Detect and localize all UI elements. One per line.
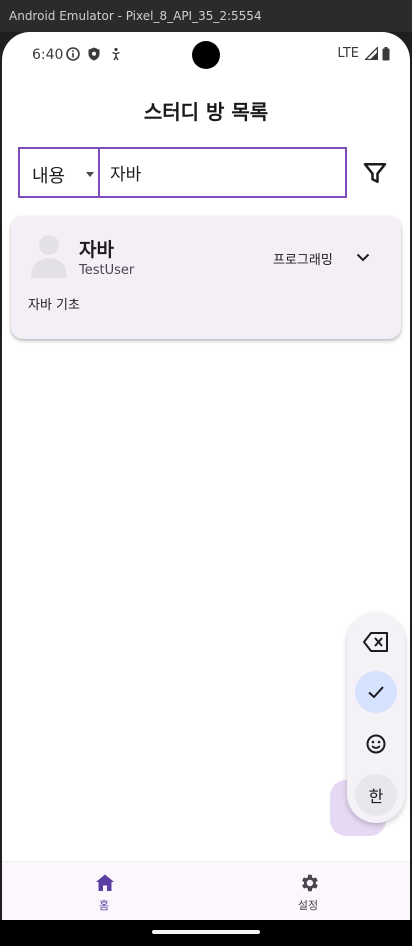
accessibility-icon	[112, 47, 120, 61]
room-title: 자바	[79, 239, 114, 261]
keyboard-confirm-button[interactable]	[355, 671, 397, 713]
app-screen: 6:40 LTE 스터디 방 목록 내용 자바 자바 TestUser 프로그래…	[2, 32, 410, 920]
bottom-navigation: 홈 설정	[2, 861, 410, 920]
emoji-icon	[366, 734, 386, 754]
gesture-handle[interactable]	[152, 930, 260, 934]
search-filter-value: 내용	[32, 166, 66, 187]
shield-icon	[88, 47, 100, 61]
keyboard-floating-toolbar: 한	[347, 613, 405, 823]
info-icon	[66, 47, 80, 61]
home-icon	[96, 874, 114, 891]
network-type: LTE	[337, 46, 359, 61]
room-description: 자바 기초	[28, 298, 80, 313]
emoji-button[interactable]	[355, 723, 397, 765]
nav-label-home: 홈	[98, 899, 110, 912]
check-icon	[368, 686, 384, 699]
battery-icon	[382, 46, 390, 60]
study-room-card[interactable]: 자바 TestUser 프로그래밍 자바 기초	[11, 216, 401, 339]
search-bar: 내용	[18, 147, 396, 198]
system-navigation-bar	[0, 920, 412, 946]
filter-icon[interactable]	[360, 158, 390, 188]
status-bar: 6:40 LTE	[2, 32, 410, 78]
emulator-window-title: Android Emulator - Pixel_8_API_35_2:5554	[0, 0, 412, 32]
search-input[interactable]	[98, 147, 347, 198]
chevron-down-icon[interactable]	[353, 247, 373, 267]
room-owner: TestUser	[79, 263, 135, 278]
camera-cutout	[192, 41, 220, 69]
nav-item-home[interactable]: 홈	[2, 862, 206, 920]
language-key-label: 한	[368, 787, 384, 806]
search-filter-dropdown[interactable]: 내용	[18, 147, 98, 198]
status-right: LTE	[337, 46, 390, 61]
gear-icon	[302, 874, 318, 892]
language-switch-button[interactable]: 한	[355, 774, 397, 816]
room-category: 프로그래밍	[273, 253, 333, 268]
page-title: 스터디 방 목록	[143, 100, 269, 124]
status-time: 6:40	[32, 47, 64, 63]
backspace-button[interactable]	[355, 621, 397, 663]
avatar-placeholder-icon	[31, 235, 67, 278]
caret-down-icon	[86, 172, 94, 177]
backspace-icon	[363, 632, 388, 652]
nav-label-settings: 설정	[297, 899, 319, 912]
signal-icon	[365, 47, 378, 60]
nav-item-settings[interactable]: 설정	[206, 862, 410, 920]
